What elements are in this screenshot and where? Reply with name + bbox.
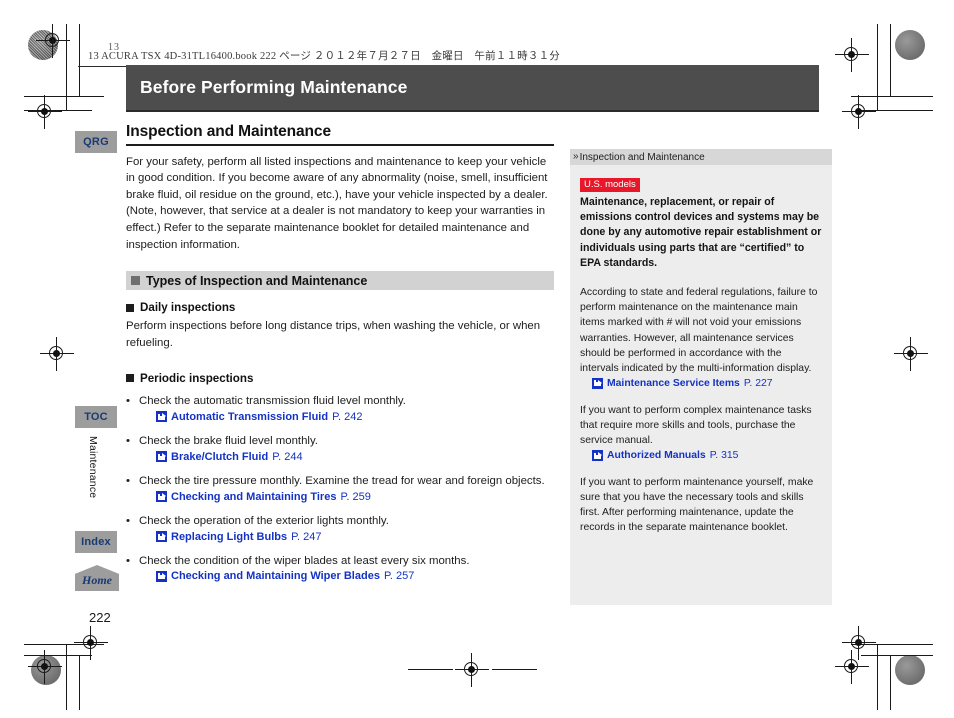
square-bullet-icon [126,374,134,383]
cross-reference-link[interactable]: Automatic Transmission Fluid P. 242 [156,411,556,423]
jump-link-icon [156,531,167,542]
bullet-icon: • [126,394,130,407]
bullet-icon: • [126,554,130,567]
color-calibration-dot-top-right [895,30,925,60]
crop-line [408,669,453,670]
chapter-title-bar: Before Performing Maintenance [126,65,819,110]
side-paragraph-2: If you want to perform complex maintenan… [580,404,812,446]
registration-mark-top-left [36,24,70,58]
cross-reference-link[interactable]: Checking and Maintaining Wiper Blades P.… [156,570,556,582]
jump-link-icon [156,491,167,503]
bullet-icon: • [126,434,130,447]
registration-mark-left-middle [40,337,74,371]
subsection-header: Types of Inspection and Maintenance [126,271,554,291]
side-paragraph-1: According to state and federal regulatio… [580,287,818,374]
square-bullet-icon [131,276,140,286]
cross-reference-title: Maintenance Service Items [607,377,740,389]
square-bullet-icon [126,303,134,312]
cross-reference-link[interactable]: Maintenance Service Items P. 227 [592,377,822,389]
cross-reference-page: P. 227 [743,377,773,389]
nav-button-home[interactable]: Home [75,565,119,591]
bullet-icon: • [126,474,130,487]
cross-reference-page: P. 242 [332,410,363,423]
manual-page: 13 ACURA TSX 4D-31TL16400.book 222 ページ ２… [70,38,885,658]
bullet-icon: • [126,514,130,527]
cross-reference-title: Authorized Manuals [607,450,706,461]
list-item: • Check the operation of the exterior li… [126,514,556,543]
daily-inspections-heading: Daily inspections [126,301,556,314]
side-paragraph-3: If you want to perform maintenance yours… [580,477,814,534]
cross-reference-page: P. 244 [272,450,303,463]
chapter-tab-label: Maintenance [87,436,99,499]
cross-reference-title: Checking and Maintaining Tires [171,490,337,503]
cross-reference-link[interactable]: Brake/Clutch Fluid P. 244 [156,451,556,463]
side-panel-body: U.S. models Maintenance, replacement, or… [570,165,832,605]
side-note-panel: » Inspection and Maintenance U.S. models… [570,149,832,605]
periodic-inspections-heading: Periodic inspections [126,372,556,385]
daily-inspections-text: Perform inspections before long distance… [126,320,541,349]
double-chevron-icon: » [573,151,578,162]
cross-reference-title: Automatic Transmission Fluid [171,410,329,423]
jump-link-icon [592,377,603,389]
side-panel-header: » Inspection and Maintenance [570,149,832,165]
list-item-text: Check the tire pressure monthly. Examine… [139,474,545,487]
jump-link-icon [156,411,167,423]
list-item: • Check the condition of the wiper blade… [126,554,556,583]
registration-mark-left-upper [28,95,62,129]
cross-reference-page: P. 257 [383,570,415,583]
cross-reference-title: Brake/Clutch Fluid [171,450,269,463]
book-file-header: 13 ACURA TSX 4D-31TL16400.book 222 ページ ２… [88,51,560,62]
crop-line [890,655,891,710]
crop-line [492,669,537,670]
daily-inspections-label: Daily inspections [140,301,236,315]
cross-reference-page: P. 247 [291,530,322,543]
registration-mark-bottom-middle [455,653,489,687]
chapter-title: Before Performing Maintenance [140,77,408,97]
nav-button-toc[interactable]: TOC [75,406,117,428]
list-item: • Check the brake fluid level monthly. B… [126,434,556,463]
cross-reference-link[interactable]: Authorized Manuals P. 315 [592,450,822,461]
cross-reference-title: Replacing Light Bulbs [171,530,288,543]
crop-line [79,655,80,710]
nav-button-index[interactable]: Index [75,531,117,553]
chapter-title-underline [126,110,819,112]
status-badge: U.S. models [580,178,640,192]
cross-reference-page: P. 259 [340,490,371,503]
cross-reference-link[interactable]: Checking and Maintaining Tires P. 259 [156,491,556,503]
list-item-text: Check the operation of the exterior ligh… [139,514,389,527]
periodic-inspections-label: Periodic inspections [140,371,254,385]
list-item: • Check the tire pressure monthly. Exami… [126,474,556,503]
registration-mark-right-middle [894,337,928,371]
side-bold-paragraph: Maintenance, replacement, or repair of e… [580,195,822,269]
page-number: 222 [89,610,111,625]
subsection-title: Types of Inspection and Maintenance [146,273,368,288]
section-title: Inspection and Maintenance [126,123,331,140]
navigation-rail: QRG TOC Maintenance Index Home 222 [70,38,126,658]
crop-line [66,644,67,710]
list-item-text: Check the condition of the wiper blades … [139,554,470,567]
side-panel-title: Inspection and Maintenance [579,151,705,163]
list-item-text: Check the automatic transmission fluid l… [139,394,406,407]
periodic-inspection-list: • Check the automatic transmission fluid… [126,394,556,583]
color-calibration-dot-bottom-right [895,655,925,685]
jump-link-icon [156,451,167,463]
jump-link-icon [592,450,603,461]
crop-line [890,24,891,96]
main-column: Inspection and Maintenance For your safe… [126,123,556,593]
cross-reference-link[interactable]: Replacing Light Bulbs P. 247 [156,531,556,543]
nav-button-home-label: Home [82,573,112,587]
cross-reference-title: Checking and Maintaining Wiper Blades [171,570,380,583]
jump-link-icon [156,570,167,582]
list-item: • Check the automatic transmission fluid… [126,394,556,423]
registration-mark-bottom-left [28,650,62,684]
cross-reference-page: P. 315 [709,450,739,461]
nav-button-qrg[interactable]: QRG [75,131,117,153]
intro-paragraph: For your safety, perform all listed insp… [126,155,548,251]
section-rule [126,144,554,146]
list-item-text: Check the brake fluid level monthly. [139,434,318,447]
